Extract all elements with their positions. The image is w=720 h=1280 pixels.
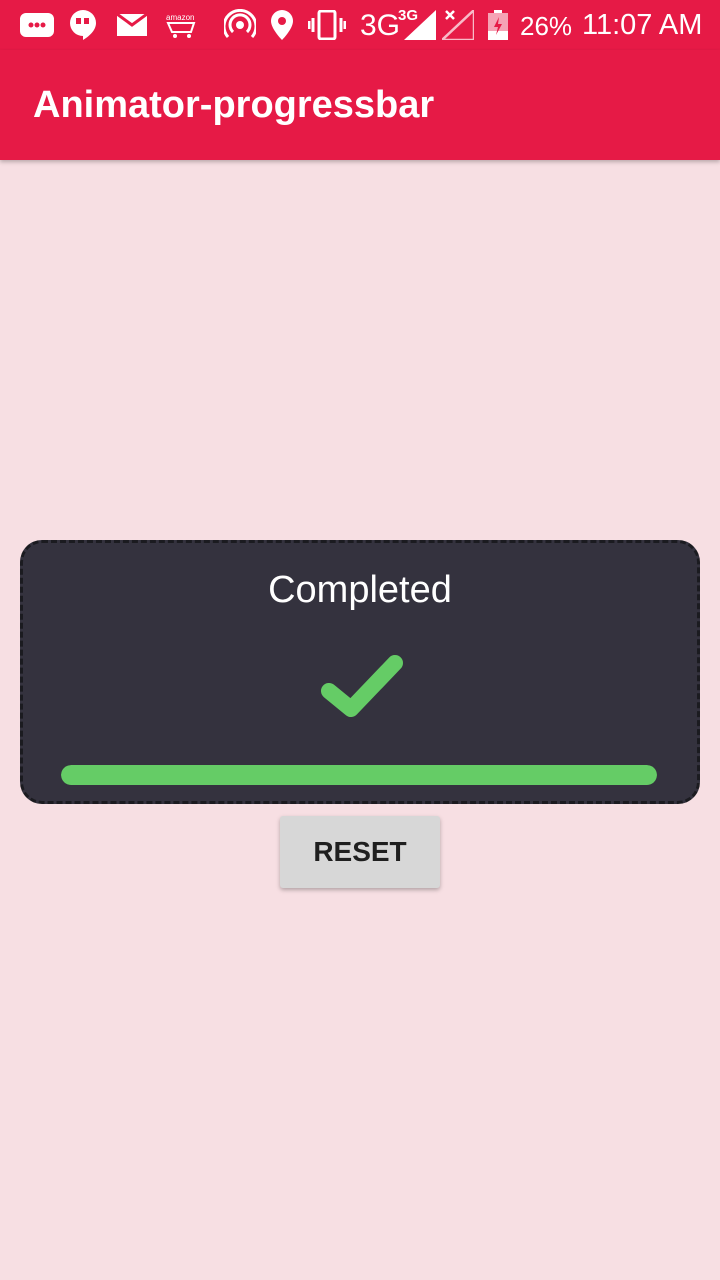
- battery-charging-icon: [488, 8, 508, 42]
- no-signal-icon: [442, 8, 474, 42]
- battery-percent: 26%: [520, 11, 573, 41]
- clock: 11:07 AM: [582, 9, 703, 41]
- gmail-icon: [117, 8, 147, 42]
- reset-button[interactable]: RESET: [280, 816, 440, 888]
- hotspot-icon: [224, 8, 256, 42]
- progress-bar-fill: [61, 765, 657, 785]
- progress-bar: [61, 765, 657, 785]
- signal-strength-icon: [404, 8, 436, 42]
- vibrate-icon: [308, 8, 346, 42]
- app-bar: Animator-progressbar: [0, 50, 720, 160]
- progress-card: Completed: [20, 540, 700, 804]
- status-bar: amazon 3G 3G 26% 11:07 AM: [0, 0, 720, 50]
- location-icon: [271, 8, 293, 42]
- svg-text:amazon: amazon: [166, 13, 194, 22]
- messaging-icon: [20, 8, 54, 42]
- page-title: Animator-progressbar: [33, 84, 435, 126]
- network-type-label: 3G: [360, 9, 401, 42]
- hangouts-icon: [70, 8, 96, 42]
- amazon-shopping-icon: amazon: [164, 8, 198, 42]
- check-icon: [321, 655, 403, 717]
- progress-status-text: Completed: [268, 569, 452, 611]
